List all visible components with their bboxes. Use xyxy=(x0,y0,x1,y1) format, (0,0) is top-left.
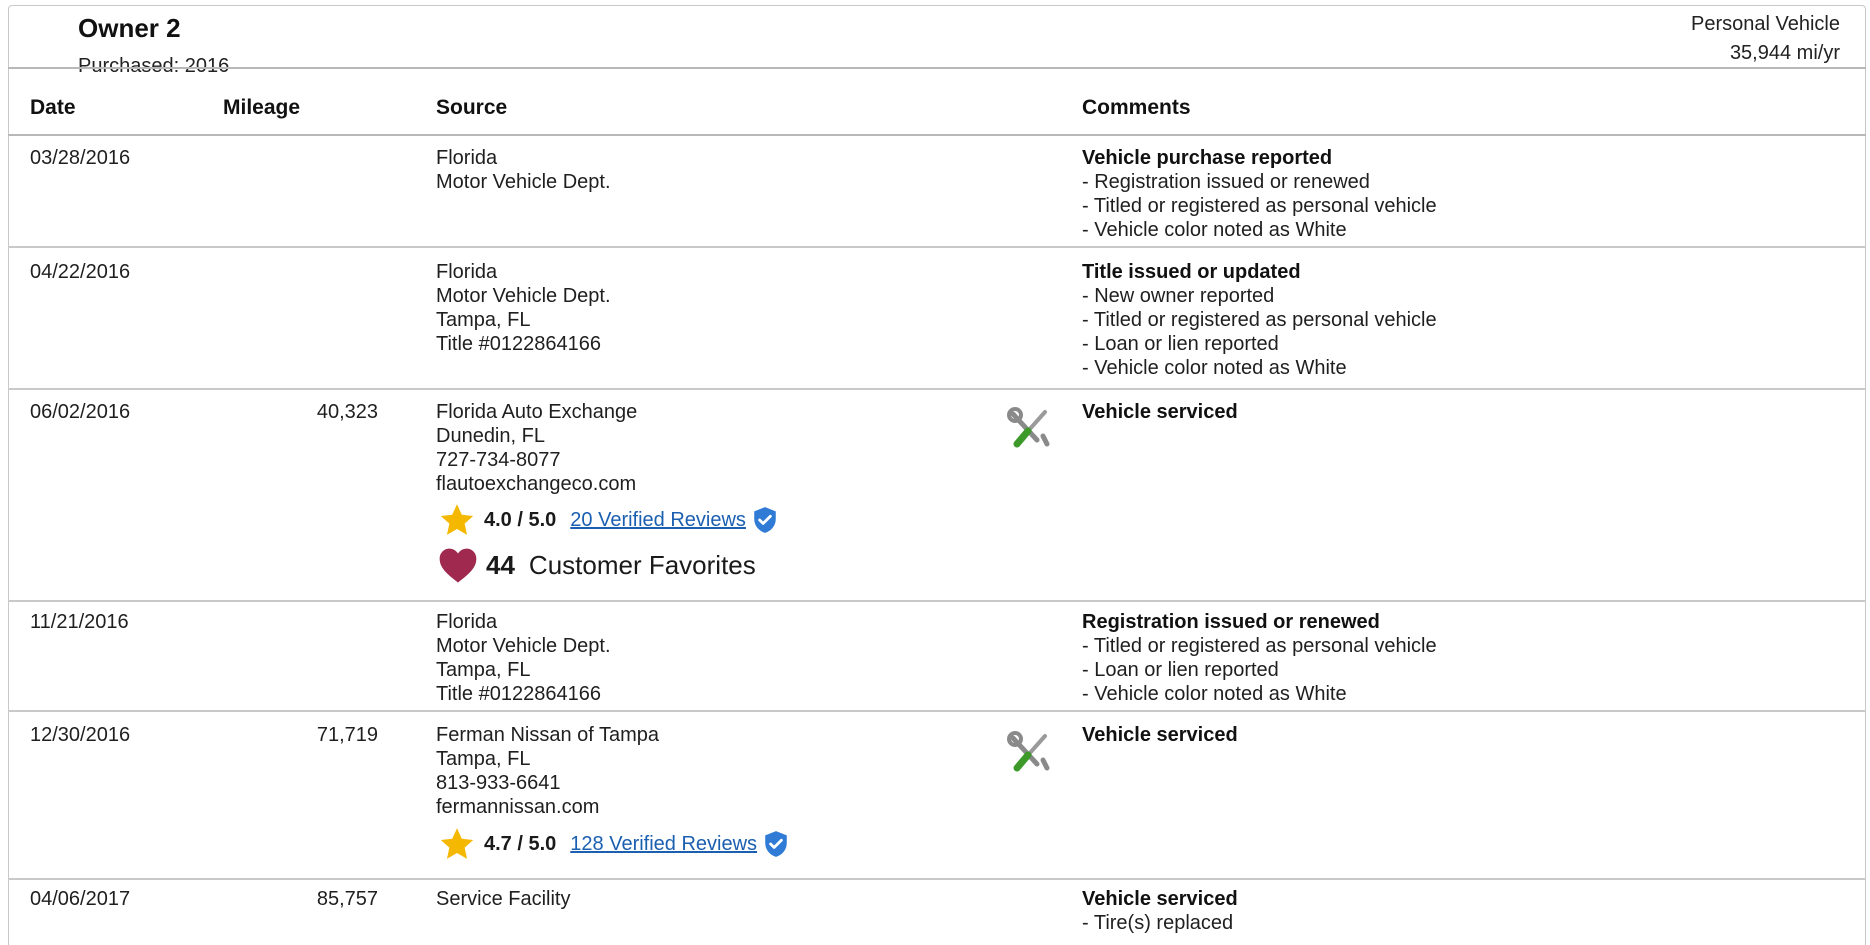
row-divider xyxy=(8,600,1866,602)
comment-line: - Titled or registered as personal vehic… xyxy=(1082,195,1437,217)
row-source: Florida Auto Exchange Dunedin, FL 727-73… xyxy=(436,400,637,496)
verified-reviews-link[interactable]: 20 Verified Reviews xyxy=(570,509,746,532)
source-line: 813-933-6641 xyxy=(436,772,561,794)
comment-line: - Loan or lien reported xyxy=(1082,333,1279,355)
heart-icon xyxy=(439,548,477,583)
source-line: Florida xyxy=(436,261,498,283)
row-comments: Vehicle purchase reported - Registration… xyxy=(1082,146,1437,242)
rating-score: 4.7 / 5.0 xyxy=(484,832,557,855)
row-date: 12/30/2016 xyxy=(30,724,131,746)
source-line: fermannissan.com xyxy=(436,796,600,818)
favorites-label: Customer Favorites xyxy=(528,549,756,580)
source-line: Tampa, FL xyxy=(436,748,531,770)
source-line: Florida xyxy=(436,147,498,169)
comment-title: Vehicle serviced xyxy=(1082,401,1238,423)
comment-line: - Titled or registered as personal vehic… xyxy=(1082,635,1437,657)
comment-line: - Titled or registered as personal vehic… xyxy=(1082,309,1437,331)
row-divider xyxy=(8,388,1866,390)
verified-shield-icon xyxy=(754,507,776,533)
row-comments: Vehicle serviced xyxy=(1082,400,1238,424)
source-line: Ferman Nissan of Tampa xyxy=(436,724,660,746)
header-bottom-divider xyxy=(8,134,1866,136)
wrench-screwdriver-icon xyxy=(1007,731,1050,772)
row-comments: Title issued or updated - New owner repo… xyxy=(1082,260,1437,380)
miles-per-year: 35,944 mi/yr xyxy=(1729,42,1840,64)
row-source: Ferman Nissan of Tampa Tampa, FL 813-933… xyxy=(436,723,659,819)
row-comments: Vehicle serviced - Tire(s) replaced xyxy=(1082,887,1238,935)
source-line: Florida Auto Exchange xyxy=(436,401,638,423)
vehicle-type: Personal Vehicle xyxy=(1691,13,1840,35)
star-icon xyxy=(440,504,474,535)
row-source: Service Facility xyxy=(436,887,570,911)
source-line: Florida xyxy=(436,611,498,633)
row-date: 11/21/2016 xyxy=(30,611,129,633)
row-mileage: 40,323 xyxy=(316,401,378,423)
row-divider xyxy=(8,710,1866,712)
dealer-rating: 4.0 / 5.0 20 Verified Reviews xyxy=(438,502,778,538)
row-source: Florida Motor Vehicle Dept. xyxy=(436,146,611,194)
wrench-screwdriver-icon xyxy=(1007,407,1050,448)
comment-line: - Vehicle color noted as White xyxy=(1082,219,1347,241)
comment-line: - Loan or lien reported xyxy=(1082,659,1279,681)
comment-title: Registration issued or renewed xyxy=(1082,611,1380,633)
source-line: Motor Vehicle Dept. xyxy=(436,285,611,307)
comment-line: - Vehicle color noted as White xyxy=(1082,357,1347,379)
owner-history-card xyxy=(8,5,1866,945)
row-comments: Registration issued or renewed - Titled … xyxy=(1082,610,1437,706)
row-date: 03/28/2016 xyxy=(30,147,131,169)
source-line: Title #0122864166 xyxy=(436,683,601,705)
source-line: Service Facility xyxy=(436,888,571,910)
source-line: flautoexchangeco.com xyxy=(436,473,637,495)
source-line: Tampa, FL xyxy=(436,659,531,681)
column-header-mileage: Mileage xyxy=(223,96,301,119)
comment-line: - Tire(s) replaced xyxy=(1082,912,1234,934)
source-line: 727-734-8077 xyxy=(436,449,561,471)
owner-title: Owner 2 xyxy=(78,13,181,43)
source-line: Motor Vehicle Dept. xyxy=(436,635,611,657)
source-line: Title #0122864166 xyxy=(436,333,601,355)
row-mileage: 85,757 xyxy=(316,888,378,910)
row-comments: Vehicle serviced xyxy=(1082,723,1238,747)
row-date: 04/06/2017 xyxy=(30,888,131,910)
column-header-date: Date xyxy=(30,96,76,119)
row-source: Florida Motor Vehicle Dept. Tampa, FL Ti… xyxy=(436,610,611,706)
comment-title: Title issued or updated xyxy=(1082,261,1301,283)
row-date: 04/22/2016 xyxy=(30,261,131,283)
column-header-comments: Comments xyxy=(1082,96,1191,119)
row-source: Florida Motor Vehicle Dept. Tampa, FL Ti… xyxy=(436,260,611,356)
rating-score: 4.0 / 5.0 xyxy=(484,508,557,531)
column-header-source: Source xyxy=(436,96,508,119)
comment-line: - Vehicle color noted as White xyxy=(1082,683,1347,705)
row-divider xyxy=(8,878,1866,880)
comment-line: - Registration issued or renewed xyxy=(1082,171,1370,193)
verified-reviews-link[interactable]: 128 Verified Reviews xyxy=(570,833,757,856)
dealer-rating: 4.7 / 5.0 128 Verified Reviews xyxy=(438,826,789,862)
verified-shield-icon xyxy=(765,831,787,857)
comment-title: Vehicle serviced xyxy=(1082,724,1238,746)
row-date: 06/02/2016 xyxy=(30,401,131,423)
favorites-count: 44 xyxy=(486,549,515,580)
row-divider xyxy=(8,246,1866,248)
source-line: Dunedin, FL xyxy=(436,425,545,447)
comment-title: Vehicle serviced xyxy=(1082,888,1238,910)
source-line: Tampa, FL xyxy=(436,309,531,331)
star-icon xyxy=(440,828,474,859)
source-line: Motor Vehicle Dept. xyxy=(436,171,611,193)
header-divider xyxy=(8,67,1866,69)
row-mileage: 71,719 xyxy=(316,724,378,746)
comment-title: Vehicle purchase reported xyxy=(1082,147,1333,169)
customer-favorites: 44 Customer Favorites xyxy=(438,544,756,586)
comment-line: - New owner reported xyxy=(1082,285,1275,307)
